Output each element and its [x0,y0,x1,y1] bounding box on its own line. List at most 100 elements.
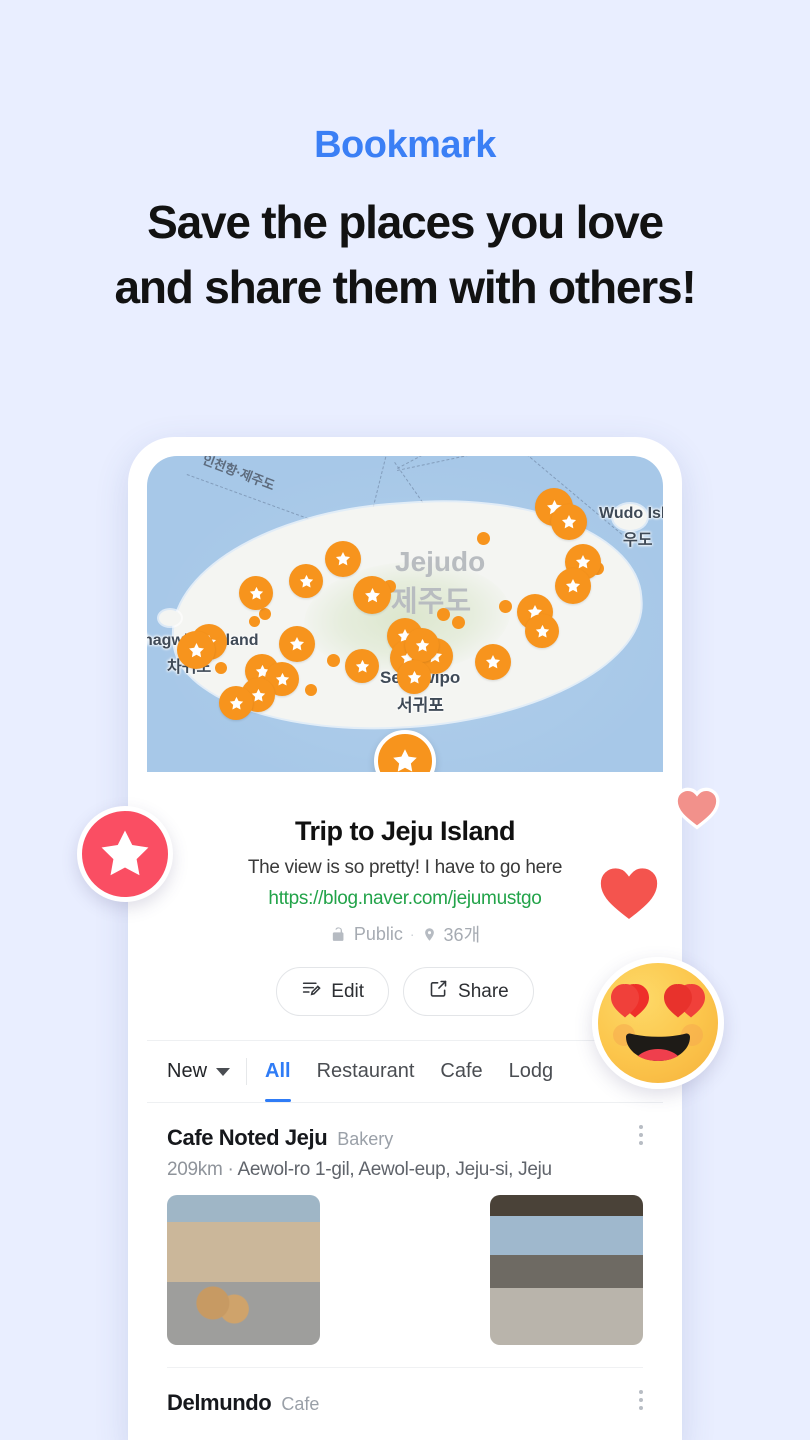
star-pin-icon [229,696,243,710]
kebab-menu-icon[interactable] [639,1125,643,1145]
place-category: Cafe [281,1394,320,1414]
place-photo[interactable] [167,1195,321,1345]
place-photos [167,1195,643,1345]
edit-button-label: Edit [331,980,365,1002]
filter-bar: New All Restaurant Cafe Lodg [147,1040,663,1102]
star-pin-icon [565,578,581,593]
phone-mockup: 인천항·제주도 Jejudo 제주도 Seogwipo 서귀포 Wudo Isl… [128,437,682,1440]
bookmark-detail-sheet: Trip to Jeju Island The view is so prett… [147,772,663,1440]
map-dot[interactable] [259,608,271,620]
map-label-seogwipo-kr: 서귀포 [397,696,444,715]
map-dot[interactable] [477,532,490,545]
place-heading: Cafe Noted Jeju Bakery [167,1125,643,1151]
share-button[interactable]: Share [403,967,534,1016]
place-name: Cafe Noted Jeju [167,1125,328,1150]
tab-all[interactable]: All [265,1041,291,1102]
eyebrow-label: Bookmark [314,124,496,166]
star-pin-icon [407,670,421,684]
star-pin-icon [485,654,501,669]
promo-screenshot: Bookmark Save the places you love and sh… [0,0,810,1440]
tab-restaurant-label: Restaurant [316,1060,415,1082]
map-label-jejudo-kr: 제주도 [391,586,472,618]
headline-line-1: Save the places you love [147,196,664,248]
place-list: Cafe Noted Jeju Bakery 209km · Aewol-ro … [147,1102,663,1416]
place-heading: Delmundo Cafe [167,1390,643,1416]
bookmark-description: The view is so pretty! I have to go here [247,857,563,878]
map-star-pin[interactable] [353,576,391,614]
sort-selector[interactable]: New [167,1041,246,1102]
edit-button[interactable]: Edit [276,967,390,1016]
place-distance: 209km [167,1159,223,1180]
place-photo[interactable] [328,1195,481,1345]
map-star-pin[interactable] [279,626,315,662]
visibility-label: Public [353,923,403,944]
tab-lodging-label: Lodg [508,1060,554,1082]
map-dot[interactable] [437,608,450,621]
map-label-wudo-en: Wudo Isla [599,505,663,522]
star-icon [393,749,417,772]
tab-cafe-label: Cafe [440,1060,483,1082]
star-pin-icon [535,624,549,638]
map-star-pin[interactable] [177,631,215,669]
map-star-pin[interactable] [397,660,431,694]
place-category: Bakery [337,1129,394,1149]
tab-lodging[interactable]: Lodg [509,1041,554,1102]
share-button-label: Share [458,980,509,1002]
map-star-pin[interactable] [239,576,273,610]
place-address-row: 209km · Aewol-ro 1-gil, Aewol-eup, Jeju-… [167,1159,643,1181]
star-pin-icon [275,672,289,686]
tab-all-label: All [265,1060,291,1082]
map-dot[interactable] [249,616,260,627]
bookmark-actions: Edit Share [169,967,641,1016]
star-pin-icon [364,587,380,602]
map-star-pin[interactable] [405,628,439,662]
map-label-jejudo-en: Jejudo [395,546,486,577]
headline-line-2: and share them with others! [114,261,696,314]
tab-cafe[interactable]: Cafe [440,1041,482,1102]
map-star-pin[interactable] [475,644,511,680]
heart-icon [674,787,720,830]
edit-list-icon [301,978,322,1005]
bookmark-url[interactable]: https://blog.naver.com/jejumustgo [169,888,641,910]
map-star-pin[interactable] [555,568,591,604]
map-star-pin[interactable] [525,614,559,648]
category-tabs: All Restaurant Cafe Lodg [247,1041,553,1102]
sort-label: New [167,1060,208,1082]
kebab-menu-icon[interactable] [639,1390,643,1410]
place-photo[interactable] [489,1195,643,1345]
list-item[interactable]: Cafe Noted Jeju Bakery 209km · Aewol-ro … [167,1103,643,1345]
heart-eyes-emoji-sticker [592,957,724,1089]
star-pin-icon [299,574,313,588]
star-pin-icon [289,636,305,651]
star-badge-sticker [77,806,173,902]
map-dot[interactable] [327,654,340,667]
tab-restaurant[interactable]: Restaurant [317,1041,415,1102]
map-star-pin[interactable] [289,564,323,598]
bookmark-title: Trip to Jeju Island [294,816,516,846]
place-address: Aewol-ro 1-gil, Aewol-eup, Jeju-si, Jeju [237,1159,552,1180]
map-dot[interactable] [499,600,512,613]
map-star-pin[interactable] [345,649,379,683]
bookmark-header: Trip to Jeju Island The view is so prett… [147,772,663,1016]
phone-screen: 인천항·제주도 Jejudo 제주도 Seogwipo 서귀포 Wudo Isl… [147,456,663,1440]
heart-icon [596,863,662,925]
map-star-pin[interactable] [219,686,253,720]
star-pin-icon [188,642,204,657]
heart-large-sticker [592,857,666,932]
chagwido-island-shape [159,610,181,626]
list-item[interactable]: Delmundo Cafe [167,1367,643,1416]
star-pin-icon [561,514,577,529]
heart-small-sticker [672,783,722,836]
map-star-pin[interactable] [325,541,361,577]
map-canvas[interactable]: 인천항·제주도 Jejudo 제주도 Seogwipo 서귀포 Wudo Isl… [147,456,663,772]
star-pin-icon [415,638,429,652]
meta-separator: · [409,926,415,942]
map-dot[interactable] [305,684,317,696]
star-pin-icon [249,586,263,600]
page-title: Save the places you love and share them … [0,190,810,321]
map-star-pin[interactable] [551,504,587,540]
map-pin-icon [422,925,437,944]
map-dot[interactable] [215,662,227,674]
map-dot[interactable] [452,616,465,629]
smiling-face-with-heart-eyes-icon [611,984,705,1061]
